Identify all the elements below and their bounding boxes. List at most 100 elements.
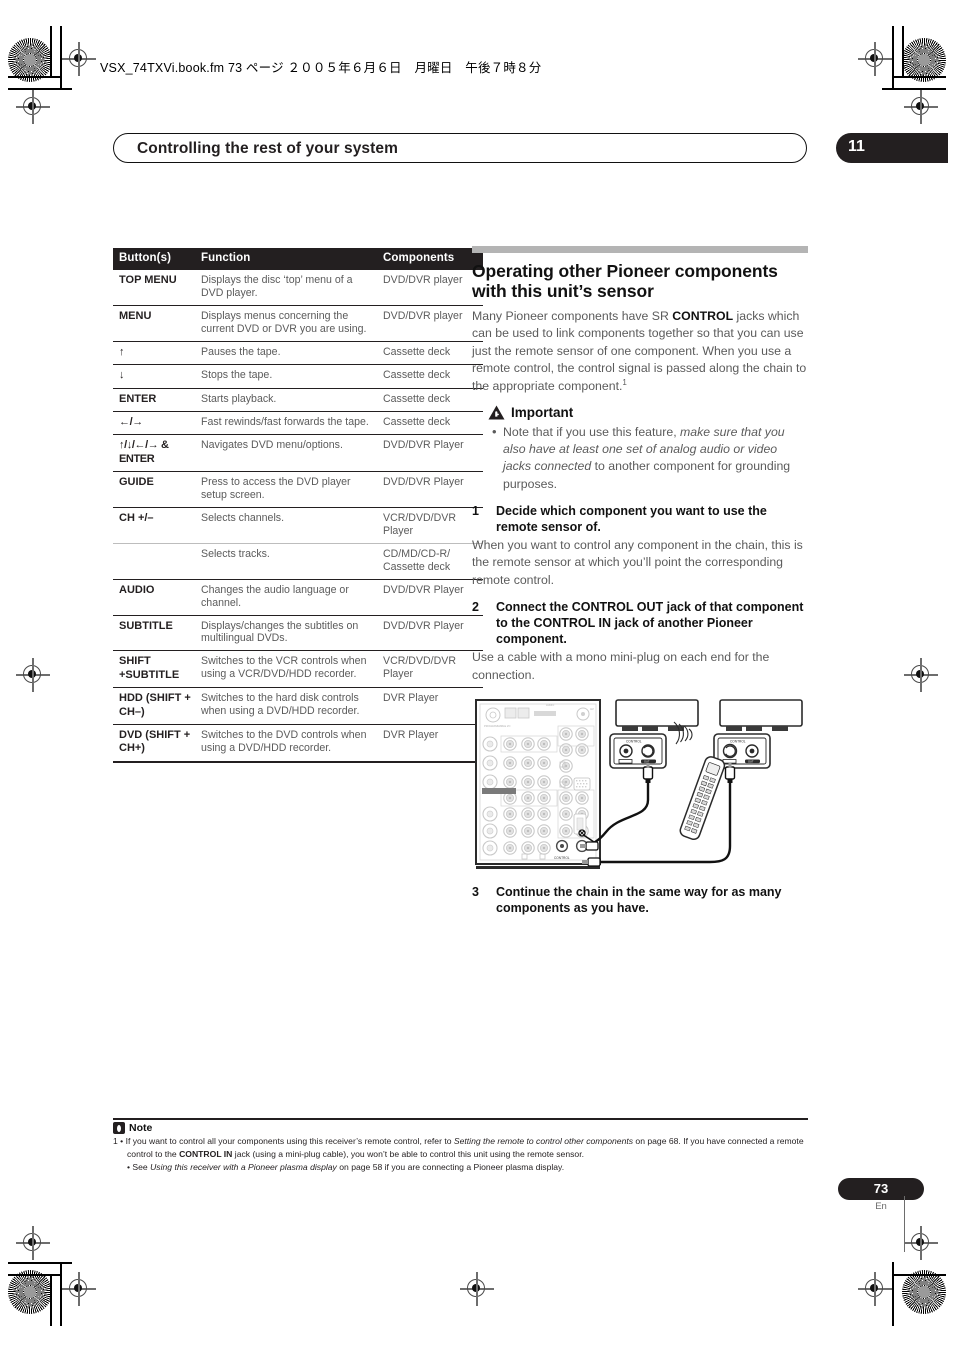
registration-mark-bottom-right-2 bbox=[904, 1226, 938, 1260]
warning-triangle-icon bbox=[488, 405, 505, 420]
table-row: ←/→ Fast rewinds/fast forwards the tape. C… bbox=[113, 410, 483, 435]
crop-mark-bl-h bbox=[8, 1274, 60, 1276]
step-2-text: Connect the CONTROL OUT jack of that com… bbox=[496, 600, 804, 647]
crop-mark-br-h bbox=[894, 1274, 946, 1276]
registration-mark-bottom-left-2 bbox=[16, 1226, 50, 1260]
svg-text:PROGRAMMABLE I/O: PROGRAMMABLE I/O bbox=[484, 724, 510, 728]
cell-button: SHIFT +SUBTITLE bbox=[113, 650, 195, 688]
registration-mark-top-left-2 bbox=[16, 90, 50, 124]
left-column: Button(s) Function Components TOP MENU Di… bbox=[113, 248, 483, 763]
svg-text:OUT: OUT bbox=[748, 760, 754, 764]
page-edge-rule bbox=[904, 1196, 906, 1252]
footnote-2-italic: Using this receiver with a Pioneer plasm… bbox=[150, 1162, 337, 1173]
cell-function: Press to access the DVD player setup scr… bbox=[195, 471, 377, 508]
cell-button: TOP MENU bbox=[113, 269, 195, 306]
section-rule bbox=[472, 246, 808, 253]
note-icon bbox=[113, 1122, 125, 1135]
footnote-2-pre: See bbox=[132, 1162, 151, 1173]
print-file-header: VSX_74TXVi.book.fm 73 ページ ２００５年６月６日 月曜日 … bbox=[100, 61, 542, 75]
cell-button: GUIDE bbox=[113, 471, 195, 508]
cell-components: Cassette deck bbox=[377, 364, 483, 388]
table-row: HDD (SHIFT + CH–) Switches to the hard di… bbox=[113, 687, 483, 725]
note-header: Note bbox=[113, 1122, 808, 1135]
cell-components: DVD/DVR Player bbox=[377, 614, 483, 651]
table-body: TOP MENU Displays the disc ‘top’ menu of … bbox=[113, 269, 483, 763]
cell-components: DVD/DVR player bbox=[377, 269, 483, 306]
cell-button: AUDIO bbox=[113, 578, 195, 615]
svg-text:AUDIO: AUDIO bbox=[546, 703, 554, 707]
table-row: GUIDE Press to access the DVD player setu… bbox=[113, 471, 483, 508]
crop-mark-tr-h bbox=[894, 76, 946, 78]
cell-function: Selects channels. bbox=[195, 506, 377, 544]
right-column: Operating other Pioneer components with … bbox=[472, 246, 808, 918]
page-number-badge: 73 bbox=[838, 1178, 924, 1200]
component-2: CONTROL OUT bbox=[713, 699, 803, 769]
table-row: SUBTITLE Displays/changes the subtitles o… bbox=[113, 614, 483, 651]
remote-button-function-table: Button(s) Function Components TOP MENU Di… bbox=[113, 248, 483, 763]
cell-button bbox=[113, 542, 195, 580]
bullet-pre: Note that if you use this feature, bbox=[503, 424, 681, 439]
step-1-number: 1 bbox=[472, 503, 479, 518]
running-head-pill: Controlling the rest of your system bbox=[113, 133, 807, 163]
table-row: AUDIO Changes the audio language or chann… bbox=[113, 578, 483, 615]
cell-button: ↑/↓/←/→ & ENTER bbox=[113, 434, 195, 472]
cell-components: DVD/DVR player bbox=[377, 304, 483, 342]
cell-components: DVD/DVR Player bbox=[377, 578, 483, 615]
step-3-number: 3 bbox=[472, 885, 479, 900]
cell-button: DVD (SHIFT + CH+) bbox=[113, 723, 195, 763]
table-row: ENTER Starts playback. Cassette deck bbox=[113, 387, 483, 412]
table-row: ↑ Pauses the tape. Cassette deck bbox=[113, 340, 483, 365]
cell-components: DVD/DVR Player bbox=[377, 434, 483, 472]
svg-text:AM: AM bbox=[590, 708, 594, 711]
crop-mark-bl-v2 bbox=[50, 1274, 52, 1326]
crop-mark-br-v bbox=[892, 1262, 894, 1326]
cell-components: DVR Player bbox=[377, 687, 483, 725]
control-chain-connection-diagram: PROGRAMMABLE I/O AUDIO AM CONTROL CONTRO… bbox=[470, 694, 806, 872]
footnote-1-bold: CONTROL IN bbox=[179, 1148, 233, 1159]
section-heading: Operating other Pioneer components with … bbox=[472, 261, 778, 302]
chapter-number: 11 bbox=[848, 138, 865, 155]
cell-function: Switches to the VCR controls when using … bbox=[195, 650, 377, 688]
page-language-code: En bbox=[875, 1201, 887, 1212]
table-row: Selects tracks. CD/MD/CD-R/ Cassette deck bbox=[113, 542, 483, 580]
cell-components: DVR Player bbox=[377, 723, 483, 763]
cell-components: Cassette deck bbox=[377, 410, 483, 435]
cell-components: DVD/DVR Player bbox=[377, 471, 483, 508]
chapter-number-badge: 11 bbox=[836, 133, 948, 163]
step-2-title: 2 Connect the CONTROL OUT jack of that co… bbox=[472, 599, 808, 647]
cell-components: CD/MD/CD-R/ Cassette deck bbox=[377, 542, 483, 580]
footnote-1-italic: Setting the remote to control other comp… bbox=[453, 1136, 634, 1147]
step-1-text: Decide which component you want to use t… bbox=[496, 503, 767, 534]
cell-function: Changes the audio language or channel. bbox=[195, 578, 377, 615]
cell-button: SUBTITLE bbox=[113, 614, 195, 651]
column-header-buttons: Button(s) bbox=[113, 248, 195, 270]
crop-mark-tr-v bbox=[892, 26, 894, 90]
cell-button: MENU bbox=[113, 304, 195, 342]
cell-button: ↑ bbox=[113, 340, 195, 365]
registration-mark-bottom-right bbox=[858, 1272, 892, 1306]
table-row: MENU Displays menus concerning the curren… bbox=[113, 304, 483, 342]
important-bullet-item: Note that if you use this feature, make … bbox=[492, 423, 808, 493]
footnote-1-post: jack (using a mini-plug cable), you won’… bbox=[232, 1148, 584, 1159]
svg-text:CONTROL: CONTROL bbox=[554, 856, 570, 860]
table-row: SHIFT +SUBTITLE Switches to the VCR contr… bbox=[113, 650, 483, 688]
step-3-title: 3 Continue the chain in the same way for … bbox=[472, 884, 808, 916]
section-intro-paragraph: Many Pioneer components have SR CONTROL … bbox=[472, 308, 808, 396]
step-1-title: 1 Decide which component you want to use … bbox=[472, 503, 808, 535]
registration-mark-bottom-center bbox=[460, 1272, 494, 1306]
step-1-body: When you want to control any component i… bbox=[472, 537, 803, 587]
registration-mark-left-middle bbox=[16, 658, 50, 692]
cell-function: Displays the disc ‘top’ menu of a DVD pl… bbox=[195, 269, 377, 306]
cell-function: Navigates DVD menu/options. bbox=[195, 434, 377, 472]
cell-function: Switches to the hard disk controls when … bbox=[195, 687, 377, 725]
step-2-number: 2 bbox=[472, 600, 479, 615]
footnote-1-pre: If you want to control all your componen… bbox=[125, 1136, 454, 1147]
footnote-rule bbox=[113, 1118, 808, 1121]
table-row: ↓ Stops the tape. Cassette deck bbox=[113, 364, 483, 388]
print-starburst-bottom-left bbox=[8, 1270, 52, 1314]
table-row: ↑/↓/←/→ & ENTER Navigates DVD menu/option… bbox=[113, 434, 483, 472]
cell-button: ENTER bbox=[113, 387, 195, 412]
cell-components: Cassette deck bbox=[377, 387, 483, 412]
cell-function: Stops the tape. bbox=[195, 364, 377, 388]
footnote-1: 1 • If you want to control all your comp… bbox=[113, 1136, 804, 1159]
